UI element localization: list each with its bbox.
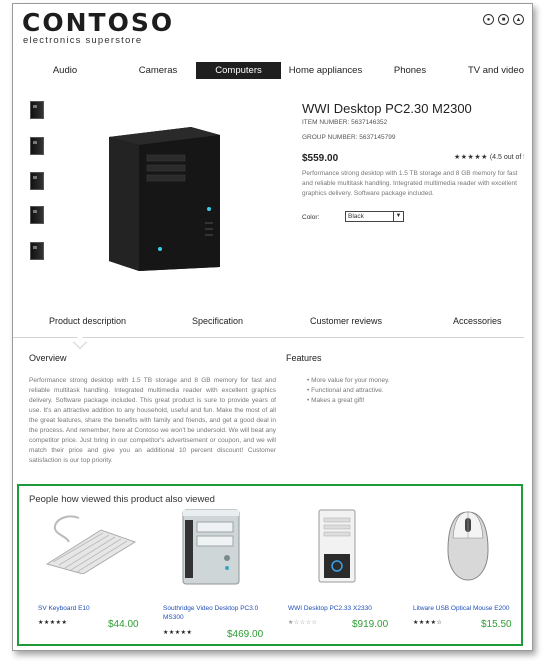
nav-item-cameras[interactable]: Cameras <box>119 62 197 79</box>
also-viewed-panel: People how viewed this product also view… <box>17 484 523 646</box>
group-number: GROUP NUMBER: 5637145799 <box>302 134 396 141</box>
product-thumbnail[interactable] <box>30 172 44 190</box>
nav-item-tv-and-video[interactable]: TV and video <box>457 62 532 79</box>
tab-specification[interactable]: Specification <box>192 316 243 326</box>
overview-text: Performance strong desktop with 1.5 TB s… <box>29 377 276 464</box>
product-price: $469.00 <box>227 629 264 640</box>
product-title: WWI Desktop PC2.30 M2300 <box>302 101 472 116</box>
color-label: Color: <box>302 214 320 221</box>
pc-tower-icon[interactable] <box>315 508 359 584</box>
rating-stars: ★☆☆☆☆ <box>288 620 318 626</box>
product-description: Performance strong desktop with 1.5 TB s… <box>302 170 518 197</box>
product-main-image <box>109 127 220 271</box>
list-item: More value for your money. <box>307 376 390 386</box>
rating-stars: ★★★★★ <box>454 154 488 161</box>
tab-product-description[interactable]: Product description <box>49 316 126 326</box>
rating-stars: ★★★★★ <box>38 620 68 626</box>
product-link-pc-tower[interactable]: WWI Desktop PC2.33 X2330 <box>288 604 398 613</box>
product-thumbnail[interactable] <box>30 242 44 260</box>
user-icon[interactable]: ■ <box>498 14 509 25</box>
rating-stars: ★★★★☆ <box>413 620 443 626</box>
tab-accessories[interactable]: Accessories <box>453 316 502 326</box>
product-price: $919.00 <box>352 619 389 630</box>
header-icons: ● ■ ▲ <box>483 14 524 25</box>
desktop-icon[interactable] <box>181 508 241 586</box>
list-item: Functional and attractive. <box>307 386 390 396</box>
product-link-mouse[interactable]: Litware USB Optical Mouse E200 <box>413 604 523 613</box>
torn-edge <box>524 4 532 650</box>
rating-text: (4.5 out of 5 <box>489 154 528 161</box>
product-thumbnail[interactable] <box>30 206 44 224</box>
color-select[interactable]: Black ▼ <box>345 211 404 222</box>
category-nav: Audio Cameras Computers Home appliances … <box>13 62 532 79</box>
brand-logo[interactable]: CONTOSO <box>22 8 174 37</box>
location-icon[interactable]: ● <box>483 14 494 25</box>
nav-item-audio[interactable]: Audio <box>30 62 100 79</box>
nav-item-computers[interactable]: Computers <box>196 62 281 79</box>
product-thumbnail[interactable] <box>30 101 44 119</box>
nav-item-home-appliances[interactable]: Home appliances <box>283 62 368 79</box>
mouse-icon[interactable] <box>444 510 492 582</box>
overview-title: Overview <box>29 353 67 363</box>
keyboard-icon[interactable] <box>39 512 139 574</box>
chevron-down-icon[interactable]: ▼ <box>393 212 403 221</box>
also-viewed-title: People how viewed this product also view… <box>29 494 215 505</box>
cart-icon[interactable]: ▲ <box>513 14 524 25</box>
rating-stars: ★★★★★ <box>163 630 193 636</box>
product-link-desktop[interactable]: Southridge Video Desktop PC3.0 MS300 <box>163 604 273 622</box>
features-list: More value for your money. Functional an… <box>307 376 390 406</box>
product-price: $15.50 <box>481 619 512 630</box>
product-thumbnail[interactable] <box>30 137 44 155</box>
product-price: $44.00 <box>108 619 139 630</box>
item-number: ITEM NUMBER: 5637146352 <box>302 119 388 126</box>
product-price: $559.00 <box>302 153 339 164</box>
tab-customer-reviews[interactable]: Customer reviews <box>310 316 382 326</box>
list-item: Makes a great gift! <box>307 396 390 406</box>
product-rating[interactable]: ★★★★★ (4.5 out of 5 <box>454 153 527 161</box>
features-title: Features <box>286 353 322 363</box>
product-tabs: Product description Specification Custom… <box>13 316 532 338</box>
color-select-value: Black <box>348 213 364 220</box>
product-link-keyboard[interactable]: SV Keyboard E10 <box>38 604 148 613</box>
nav-item-phones[interactable]: Phones <box>371 62 449 79</box>
page-frame: CONTOSO electronics superstore ● ■ ▲ Aud… <box>12 3 533 651</box>
brand-tagline: electronics superstore <box>23 35 143 46</box>
